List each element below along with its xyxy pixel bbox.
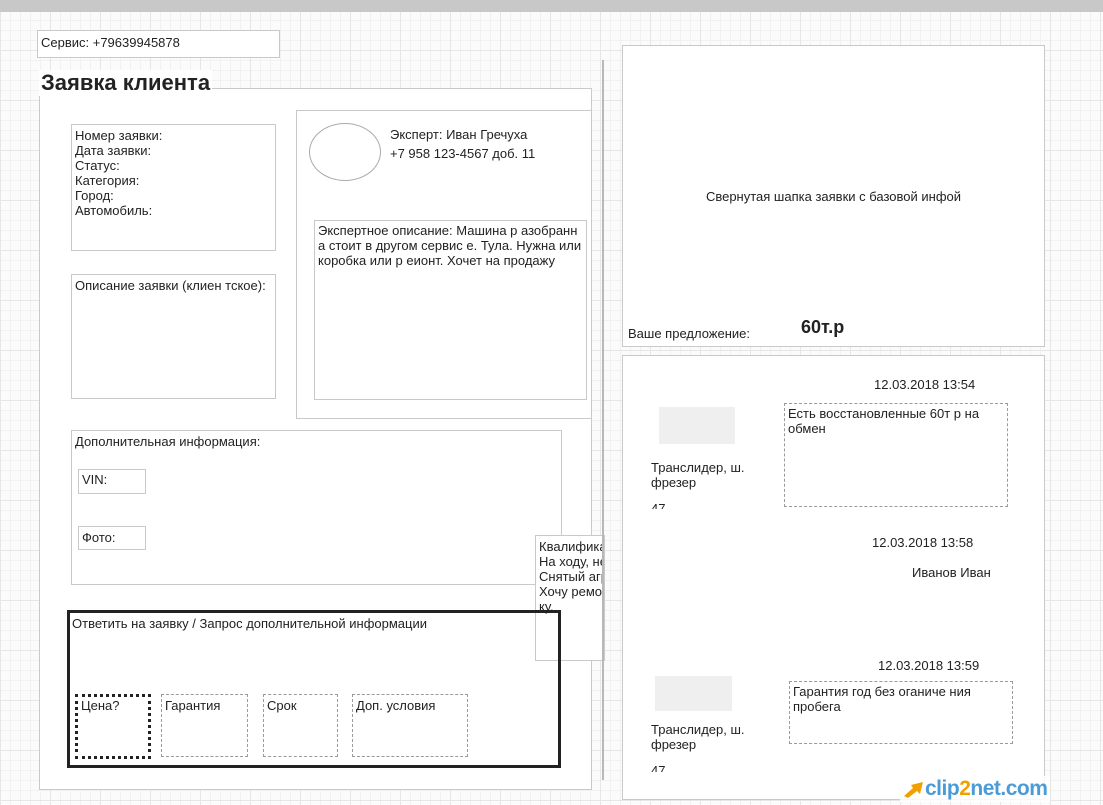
service-phone-box: Сервис: +79639945878 [37,30,280,58]
warranty-button-label: Гарантия [165,698,221,713]
extra-conditions-button[interactable]: Доп. условия [352,694,468,757]
offer-label: Ваше предложение: [628,326,750,341]
watermark-text-part-1: clip [925,777,960,800]
vin-label: VIN: [82,472,108,487]
arrow-icon [904,782,923,798]
expert-phone: +7 958 123-4567 доб. 11 [390,146,536,161]
extra-conditions-button-label: Доп. условия [356,698,436,713]
message-3-time: 12.03.2018 13:59 [878,658,980,673]
collapsed-header-text: Свернутая шапка заявки с базовой инфой [705,189,962,204]
message-1-time: 12.03.2018 13:54 [874,377,976,392]
warranty-button[interactable]: Гарантия [161,694,248,757]
client-description-label: Описание заявки (клиен тское): [75,278,266,293]
field-city: Город: [75,188,114,203]
price-button-label: Цена? [81,698,120,713]
message-3-sender: Транслидер, ш. фрезер [651,722,745,752]
expert-avatar [309,123,381,181]
expert-name: Эксперт: Иван Гречуха [390,127,528,142]
message-3-text: Гарантия год без оганиче ния пробега [793,684,971,714]
watermark-text: clip2net.com [925,777,1048,801]
qualification-line-1: Квалифика [539,539,605,554]
message-3-avatar [655,676,732,711]
request-info-box: Номер заявки: Дата заявки: Статус: Катег… [71,124,276,251]
client-description-box: Описание заявки (клиен тское): [71,274,276,399]
top-bar [0,0,1103,12]
price-button[interactable]: Цена? [75,694,151,759]
message-1-sender: Транслидер, ш. фрезер [651,460,745,490]
message-2-sender: Иванов Иван [912,565,991,580]
service-phone: Сервис: +79639945878 [41,35,180,50]
column-divider [602,60,604,780]
expert-description-box: Экспертное описание: Машина р азобранна … [314,220,587,400]
field-status: Статус: [75,158,120,173]
vin-field[interactable]: VIN: [78,469,146,494]
watermark-logo: clip2net.com [900,776,1051,802]
page-title: Заявка клиента [39,70,213,96]
field-car: Автомобиль: [75,203,153,218]
qualification-line-4: Хочу ремо [539,584,602,599]
field-request-number: Номер заявки: [75,128,163,143]
message-2-time: 12.03.2018 13:58 [872,535,974,550]
qualification-line-3: Снятый агр [539,569,605,584]
additional-info-box: Дополнительная информация: [71,430,562,585]
message-1-text: Есть восстановленные 60т р на обмен [788,406,980,436]
expert-description: Экспертное описание: Машина р азобранна … [318,223,582,268]
offer-value: 60т.р [801,317,845,337]
field-request-date: Дата заявки: [75,143,152,158]
watermark-text-part-3: net.com [970,777,1048,800]
message-1-bubble: Есть восстановленные 60т р на обмен [784,403,1008,507]
answer-label: Ответить на заявку / Запрос дополнительн… [72,616,428,631]
term-button-label: Срок [267,698,297,713]
message-1-avatar [659,407,735,444]
qualification-line-2: На ходу, не [539,554,605,569]
photo-field[interactable]: Фото: [78,526,146,550]
term-button[interactable]: Срок [263,694,338,757]
message-3-cut-text: 47 [651,763,666,772]
photo-label: Фото: [82,530,116,545]
message-1-cut-text: 47 [651,501,666,509]
additional-info-label: Дополнительная информация: [75,434,261,449]
message-3-bubble: Гарантия год без оганиче ния пробега [789,681,1013,744]
field-category: Категория: [75,173,140,188]
watermark-text-part-2: 2 [959,777,971,800]
